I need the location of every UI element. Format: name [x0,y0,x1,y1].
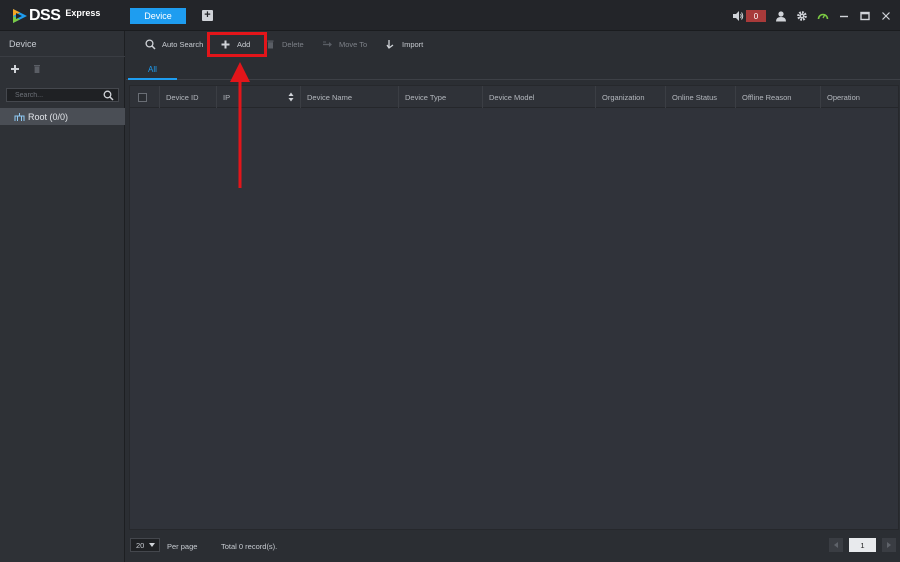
window-controls: 0 [732,9,892,23]
chevron-down-icon [149,543,155,547]
toolbar: Auto Search Add Delete Move To Import [126,31,900,57]
gear-icon[interactable] [796,10,808,22]
chevron-right-icon [887,542,891,548]
sidebar-divider [0,56,125,57]
page-number-input[interactable] [849,538,876,552]
column-header-offline-reason[interactable]: Offline Reason [735,86,820,108]
column-header-device-model[interactable]: Device Model [482,86,595,108]
organization-icon [14,112,25,121]
alarm-count-badge: 0 [746,10,766,22]
dss-logo-icon [13,9,27,23]
column-header-label: Online Status [672,92,718,102]
move-to-button[interactable]: Move To [322,37,367,51]
import-label: Import [402,39,424,49]
add-tab-button[interactable]: + [202,10,213,21]
per-page-value: 20 [136,540,145,550]
title-bar: DSS Express Device + 0 [0,0,900,31]
device-sidebar: Device Root (0/0) [0,31,125,562]
import-button[interactable]: Import [385,37,423,51]
column-header-device-type[interactable]: Device Type [398,86,482,108]
next-page-button[interactable] [882,538,896,552]
column-header-label: Operation [827,92,860,102]
add-button-highlight-box [207,32,267,57]
move-to-label: Move To [339,39,368,49]
search-icon[interactable] [103,90,114,101]
auto-search-button[interactable]: Auto Search [145,37,203,51]
move-arrow-icon [323,41,332,47]
tab-device[interactable]: Device [130,8,186,24]
delete-group-icon[interactable] [32,64,42,74]
column-header-label: Device Name [307,92,353,102]
column-header-label: Device Model [489,92,535,102]
column-header-organization[interactable]: Organization [595,86,665,108]
tab-all[interactable]: All [128,62,177,80]
total-records-text: Total 0 record(s). [221,542,278,551]
chevron-left-icon [834,542,838,548]
column-header-device-id[interactable]: Device ID [159,86,216,108]
performance-gauge-icon[interactable] [817,10,829,22]
select-all-checkbox[interactable] [138,93,147,102]
delete-button[interactable]: Delete [265,37,304,51]
column-header-device-name[interactable]: Device Name [300,86,398,108]
logo-title: DSS [29,7,61,24]
search-icon [145,38,156,50]
sidebar-search-box [6,88,119,102]
column-header-label: Offline Reason [742,92,792,102]
import-arrow-icon [386,39,394,49]
delete-label: Delete [282,39,304,49]
per-page-label: Per page [167,542,198,551]
sidebar-title: Device [9,39,37,49]
alarm-indicator[interactable]: 0 [732,10,766,22]
column-header-label: Device Type [405,92,447,102]
annotation-arrow [230,62,250,188]
add-group-icon[interactable] [10,64,20,74]
per-page-select[interactable]: 20 [130,538,160,552]
sort-icon[interactable] [288,92,294,102]
column-header-label: Device ID [166,92,199,102]
tree-item-root[interactable]: Root (0/0) [0,108,125,125]
column-header-online-status[interactable]: Online Status [665,86,735,108]
previous-page-button[interactable] [829,538,843,552]
maximize-icon[interactable] [859,10,871,22]
tree-item-label: Root (0/0) [28,111,69,122]
close-icon[interactable] [880,10,892,22]
sidebar-search-input[interactable] [7,91,99,99]
column-header-operation[interactable]: Operation [820,86,898,108]
auto-search-label: Auto Search [162,39,204,49]
speaker-icon [733,11,744,21]
column-header-label: Organization [602,92,645,102]
pagination-footer: 20 Per page Total 0 record(s). [126,530,900,562]
user-icon[interactable] [775,10,787,22]
app-logo: DSS Express [12,6,100,26]
minimize-icon[interactable] [838,10,850,22]
logo-subtitle: Express [65,8,101,18]
